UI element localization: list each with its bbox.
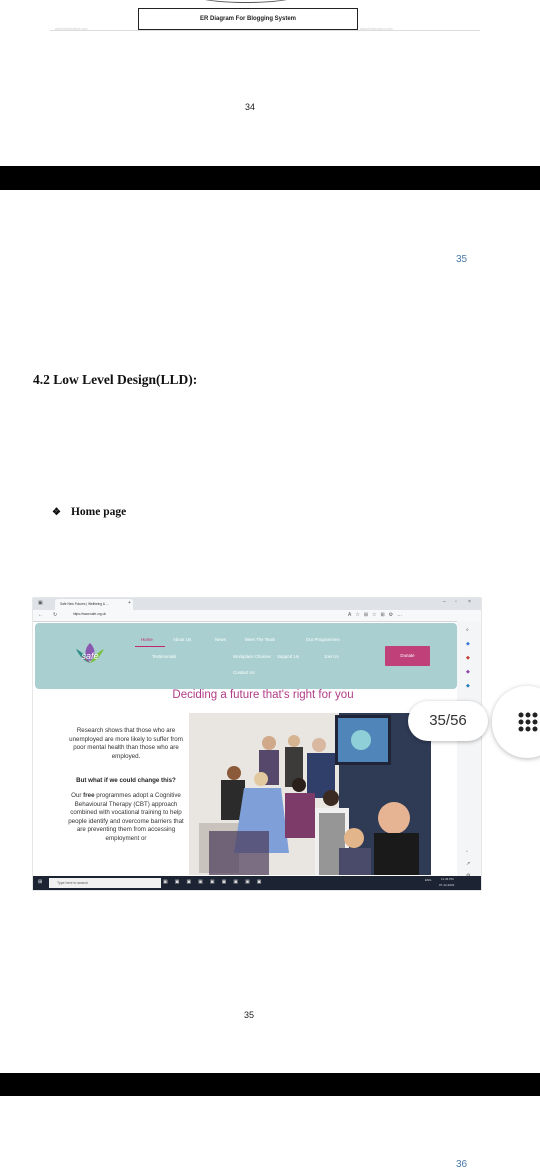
section-heading: 4.2 Low Level Design(LLD): <box>33 372 198 387</box>
page-36-number: 36 <box>456 1159 468 1170</box>
page-separator <box>0 1073 540 1096</box>
programme-text-rest: programmes adopt a Cognitive Behavioural… <box>68 792 184 842</box>
back-icon: ← <box>38 612 43 618</box>
browser-url-bar: ← ↻ https://www.safe.org.uk A☆⊞☆⊞⚙… <box>33 610 481 622</box>
nav-support: Support Us <box>277 654 299 659</box>
svg-text:safe: safe <box>81 651 98 661</box>
grid-dots-icon <box>518 712 538 732</box>
footer-page-number: 35 <box>244 1010 255 1020</box>
diagram-arc <box>195 0 297 3</box>
tab-title: Safe New Futures | Wellbeing & ... <box>60 602 109 606</box>
taskbar-app-icons: ▣▣▣▣▣▣▣▣▣ <box>163 879 269 885</box>
programme-text-prefix: Our <box>71 792 84 799</box>
safe-logo: safe <box>76 643 104 663</box>
nav-programmes: Our Programmes <box>306 637 340 642</box>
group-photo <box>189 713 431 875</box>
browser-side-panel: ⌕ ◆ ◆ ◆ ◆ + ▫ ↗ ⚙ <box>457 621 481 879</box>
diamond-bullet-icon: ❖ <box>52 506 61 518</box>
site-header: safe Home About Us News Meet The Team Ou… <box>35 623 457 689</box>
nav-news: News <box>215 637 226 642</box>
taskbar-date: 07-12-2022 <box>439 883 455 887</box>
nav-about: About Us <box>173 637 192 642</box>
close-icon: × <box>468 599 471 605</box>
bullet-item: ❖ Home page <box>52 506 126 518</box>
browser-tab: Safe New Futures | Wellbeing & ... <box>55 599 133 610</box>
window-icon: ▣ <box>38 600 43 606</box>
nav-home: Home <box>141 637 153 642</box>
programme-text-bold: free <box>83 792 95 799</box>
nav-workplace: Workplace Choices <box>233 654 271 659</box>
nav-team: Meet The Team <box>245 637 276 642</box>
diagram-caption: ER Diagram For Blogging System <box>199 16 296 22</box>
games-icon: ◆ <box>466 669 470 675</box>
menu-fab[interactable] <box>492 686 540 758</box>
refresh-icon: ↻ <box>53 612 58 618</box>
diagram-caption-box: ER Diagram For Blogging System <box>138 8 358 30</box>
browser-toolbar-icons: A☆⊞☆⊞⚙… <box>348 612 407 618</box>
open-icon: ↗ <box>466 861 471 867</box>
watermark-text: www.freeproject.com <box>360 27 393 31</box>
page-number-34: 34 <box>245 102 256 112</box>
watermark-line <box>50 30 480 31</box>
programme-paragraph: Our free programmes adopt a Cognitive Be… <box>67 792 185 844</box>
question-text: But what if we could change this? <box>76 777 176 784</box>
taskbar-lang: ENG <box>425 878 432 882</box>
watermark-text: www.freeproject.com <box>55 27 88 31</box>
taskbar-search-placeholder: Type here to search <box>57 881 88 885</box>
header-page-number: 35 <box>456 254 468 265</box>
taskbar-search: Type here to search <box>49 878 161 888</box>
maximize-icon: ▫ <box>455 599 457 605</box>
office-icon: ◆ <box>466 683 470 689</box>
bullet-label: Home page <box>70 506 127 518</box>
browser-tab-bar: ▣ Safe New Futures | Wellbeing & ... + –… <box>33 598 481 610</box>
url-text: https://www.safe.org.uk <box>73 612 106 616</box>
split-icon: ▫ <box>466 849 468 855</box>
website-screenshot: ▣ Safe New Futures | Wellbeing & ... + –… <box>33 598 481 890</box>
search-icon: ⌕ <box>466 627 469 633</box>
minimize-icon: – <box>443 599 446 605</box>
taskbar-time: 11:46 PM <box>441 877 454 881</box>
page-indicator[interactable]: 35/56 <box>408 701 488 741</box>
windows-start-icon: ⊞ <box>38 879 43 885</box>
nav-active-underline <box>135 646 165 647</box>
tools-icon: ◆ <box>466 655 470 661</box>
page-separator <box>0 166 540 190</box>
donate-button: Donate <box>385 646 430 666</box>
nav-testimonials: Testimonials <box>152 654 177 659</box>
nav-join: Join Us <box>324 654 339 659</box>
intro-paragraph: Research shows that those who are unempl… <box>69 727 183 760</box>
new-tab-icon: + <box>128 600 131 606</box>
nav-contact: Contact Us <box>233 670 255 675</box>
hero-title: Deciding a future that's right for you <box>172 689 354 701</box>
extension-icon: ◆ <box>466 641 470 647</box>
